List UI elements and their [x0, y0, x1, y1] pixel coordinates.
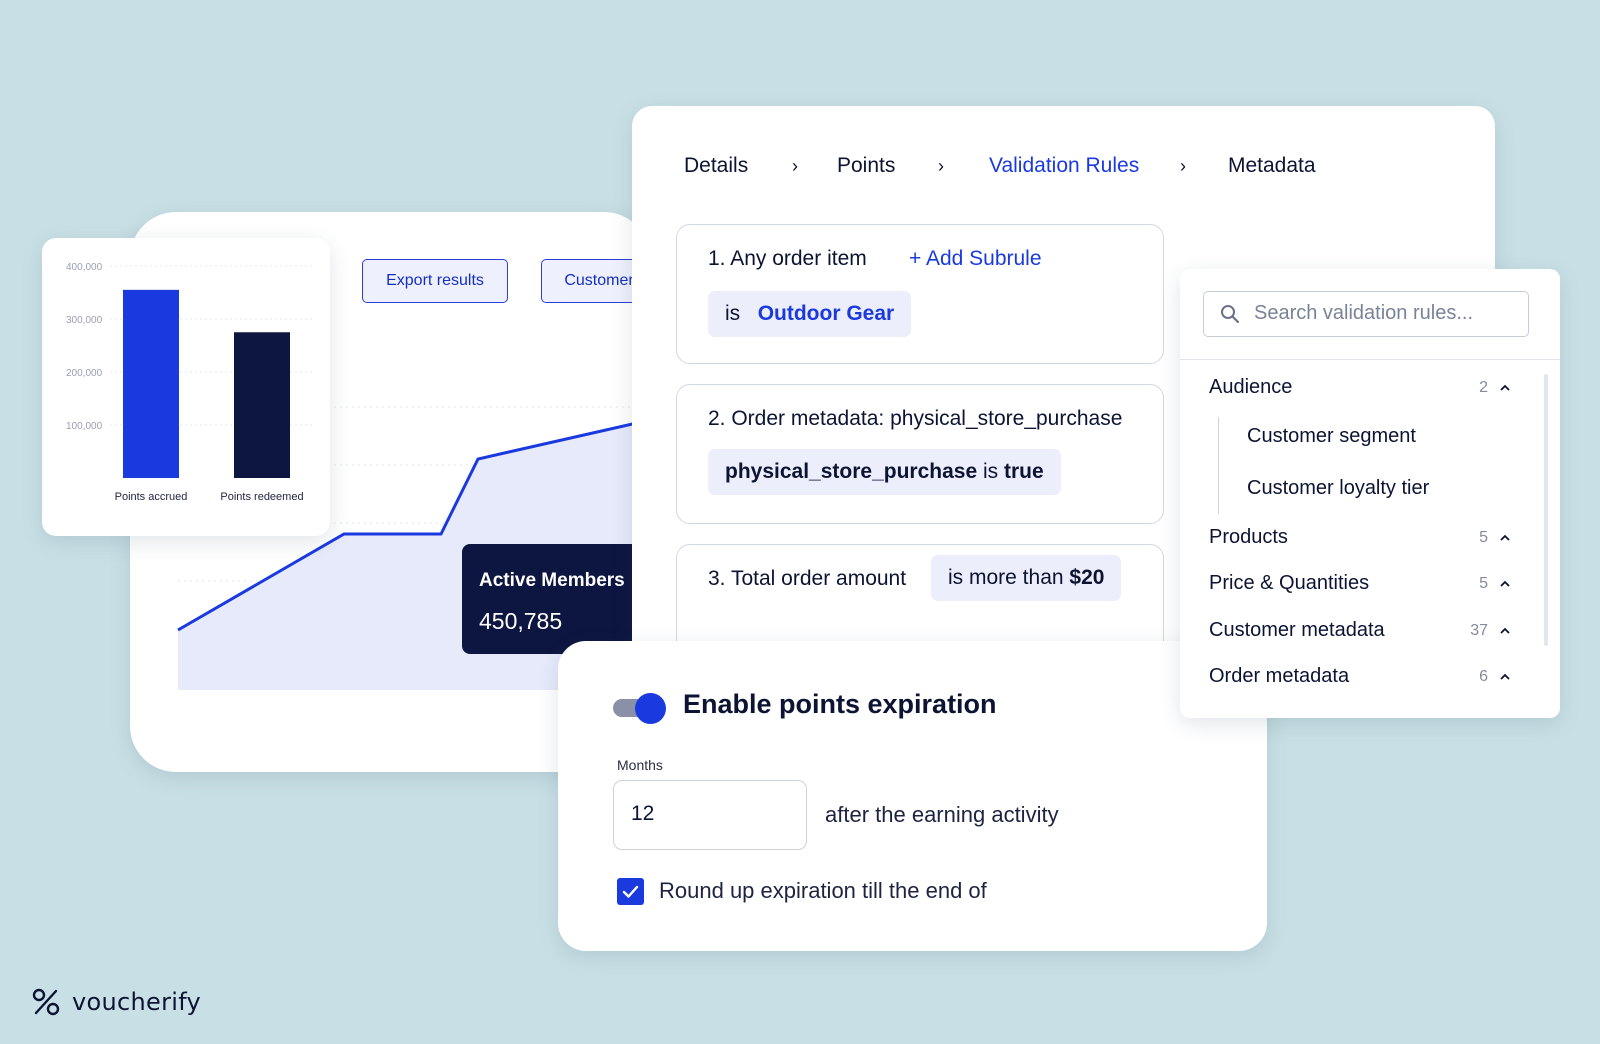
breadcrumb-metadata[interactable]: Metadata [1228, 154, 1316, 178]
bar-chart-tick-label: 200,000 [66, 368, 103, 379]
active-members-tooltip: Active Members 450,785 [462, 544, 650, 654]
panel-scrollbar[interactable] [1544, 374, 1548, 646]
chevron-up-icon[interactable] [1498, 624, 1512, 638]
chip-value: true [1003, 460, 1044, 483]
rule-condition-chip[interactable]: is Outdoor Gear [708, 291, 912, 337]
bar-chart-tick-label: 400,000 [66, 262, 103, 273]
bar-chart-category-label: Points redeemed [220, 491, 303, 503]
bar-chart-category-label: Points accrued [115, 491, 188, 503]
expiration-toggle[interactable] [613, 693, 667, 724]
toggle-knob [635, 693, 666, 724]
breadcrumb-separator-icon: › [1180, 156, 1186, 176]
rule-condition-chip[interactable]: physical_store_purchase is true [708, 449, 1061, 495]
rule-card[interactable]: 2. Order metadata: physical_store_purcha… [676, 384, 1164, 524]
category-count: 2 [1479, 379, 1488, 396]
category-count: 37 [1470, 622, 1488, 639]
category-customer-metadata[interactable]: Customer metadata [1209, 619, 1385, 642]
category-count: 5 [1479, 529, 1488, 546]
chip-operator: is [982, 460, 999, 483]
bar-chart-tick-label: 100,000 [66, 421, 103, 432]
check-icon [622, 885, 639, 898]
chevron-up-icon[interactable] [1498, 531, 1512, 545]
months-label: Months [617, 757, 663, 773]
chip-operator: is more than [948, 566, 1064, 589]
points-expiration-card: Enable points expiration Months 12 after… [558, 641, 1267, 951]
bar-chart-tick-label: 300,000 [66, 315, 103, 326]
category-order-metadata[interactable]: Order metadata [1209, 665, 1349, 688]
round-up-label: Round up expiration till the end of [659, 878, 987, 903]
subcategory-customer-segment[interactable]: Customer segment [1247, 425, 1416, 448]
validation-rules-search-panel: Audience 2 Customer segment Customer loy… [1180, 269, 1560, 718]
breadcrumb-details[interactable]: Details [684, 154, 748, 178]
tooltip-value: 450,785 [479, 608, 563, 634]
search-input[interactable] [1254, 292, 1524, 335]
bar-points-redeemed[interactable] [234, 332, 290, 478]
points-bar-chart-card: 100,000 200,000 300,000 400,000 Points accru… [42, 238, 330, 536]
logo-text: voucherify [72, 988, 202, 1016]
breadcrumb-points[interactable]: Points [837, 154, 895, 178]
subcategory-customer-loyalty-tier[interactable]: Customer loyalty tier [1247, 477, 1429, 500]
chevron-up-icon[interactable] [1498, 381, 1512, 395]
search-box[interactable] [1203, 291, 1529, 337]
expiration-title: Enable points expiration [683, 689, 997, 719]
rule-card[interactable]: 1. Any order item + Add Subrule is Outdo… [676, 224, 1164, 364]
after-earning-text: after the earning activity [825, 802, 1059, 827]
round-up-checkbox[interactable] [617, 878, 644, 905]
rule-title: 3. Total order amount [708, 567, 907, 590]
rule-title: 1. Any order item [708, 247, 867, 270]
breadcrumb-separator-icon: › [792, 156, 798, 176]
bar-points-accrued[interactable] [123, 289, 179, 478]
breadcrumb-validation-rules[interactable]: Validation Rules [989, 154, 1139, 178]
voucherify-logo: voucherify [32, 988, 201, 1016]
category-price-quantities[interactable]: Price & Quantities [1209, 572, 1369, 595]
tooltip-title: Active Members [479, 570, 625, 591]
months-input[interactable]: 12 [613, 780, 807, 850]
chip-value: $20 [1069, 566, 1105, 589]
category-products[interactable]: Products [1209, 526, 1288, 549]
chip-operator: is [725, 302, 741, 325]
export-results-button[interactable]: Export results [362, 259, 508, 303]
add-subrule-button[interactable]: + Add Subrule [909, 247, 1042, 271]
rule-condition-chip[interactable]: is more than $20 [931, 555, 1122, 601]
rule-title: 2. Order metadata: physical_store_purcha… [708, 407, 1123, 430]
percent-logo-icon [32, 988, 60, 1016]
category-count: 5 [1479, 575, 1488, 592]
points-bar-chart: 100,000 200,000 300,000 400,000 Points accru… [66, 262, 312, 503]
chip-value: Outdoor Gear [757, 302, 895, 325]
category-count: 6 [1479, 668, 1488, 685]
subcategory-line [1218, 417, 1219, 514]
breadcrumb-separator-icon: › [938, 156, 944, 176]
chip-key: physical_store_purchase [725, 460, 978, 483]
chevron-up-icon[interactable] [1498, 670, 1512, 684]
search-icon [1221, 305, 1240, 324]
panel-divider [1180, 359, 1560, 360]
chevron-up-icon[interactable] [1498, 577, 1512, 591]
category-audience[interactable]: Audience [1209, 376, 1292, 399]
